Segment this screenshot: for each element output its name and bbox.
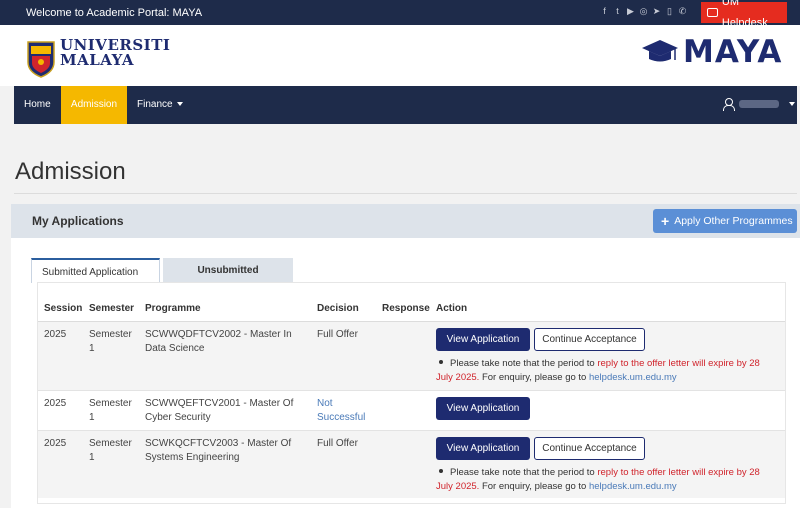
telegram-icon[interactable]: ➤	[652, 6, 661, 17]
note-text: For enquiry, please go to	[479, 481, 589, 492]
maya-logo[interactable]: MAYA	[683, 35, 782, 69]
column-header-action: Action	[436, 303, 468, 314]
apply-other-programmes-button[interactable]: + Apply Other Programmes	[653, 209, 797, 233]
chevron-down-icon	[789, 102, 795, 106]
university-name: UNIVERSITI MALAYA	[60, 38, 170, 68]
column-header-decision: Decision	[317, 303, 359, 314]
programme-cell: SCWKQCFTCV2003 - Master Of Systems Engin…	[145, 438, 292, 463]
programme-cell: SCWWQEFTCV2001 - Master Of Cyber Securit…	[145, 398, 294, 423]
instagram-icon[interactable]: ◎	[639, 6, 648, 17]
header: UNIVERSITI MALAYA MAYA	[0, 25, 800, 86]
column-header-semester: Semester	[89, 303, 135, 314]
helpdesk-link[interactable]: helpdesk.um.edu.my	[589, 372, 677, 383]
nav-admission[interactable]: Admission	[61, 86, 127, 124]
offer-expiry-note: Please take note that the period to repl…	[436, 466, 772, 494]
youtube-icon[interactable]: ▶	[626, 6, 635, 17]
chat-icon	[707, 8, 718, 17]
view-application-button[interactable]: View Application	[436, 437, 530, 460]
top-bar: Welcome to Academic Portal: MAYA f t ▶ ◎…	[0, 0, 800, 29]
table-row: 2025 Semester 1 SCWKQCFTCV2003 - Master …	[38, 430, 785, 498]
helpdesk-link[interactable]: helpdesk.um.edu.my	[589, 481, 677, 492]
column-header-response: Response	[382, 303, 430, 314]
bullet-icon	[439, 360, 443, 364]
semester-cell: Semester 1	[89, 329, 132, 354]
programme-cell: SCWWQDFTCV2002 - Master In Data Science	[145, 329, 292, 354]
applications-panel-body: Submitted Application Unsubmitted Applic…	[11, 238, 800, 508]
continue-acceptance-button[interactable]: Continue Acceptance	[534, 437, 645, 460]
chevron-down-icon	[176, 102, 183, 107]
twitter-icon[interactable]: t	[613, 6, 622, 17]
offer-expiry-note: Please take note that the period to repl…	[436, 357, 772, 385]
applications-panel-header: My Applications + Apply Other Programmes	[11, 204, 800, 238]
divider	[14, 193, 797, 194]
page-title: Admission	[15, 158, 126, 185]
continue-acceptance-button[interactable]: Continue Acceptance	[534, 328, 645, 351]
welcome-text: Welcome to Academic Portal: MAYA	[26, 7, 203, 19]
table-row: 2025 Semester 1 SCWWQDFTCV2002 - Master …	[38, 322, 785, 390]
facebook-icon[interactable]: f	[600, 6, 609, 17]
social-links: f t ▶ ◎ ➤ ▯ ✆	[600, 6, 687, 17]
table-row: 2025 Semester 1 SCWWQEFTCV2001 - Master …	[38, 390, 785, 430]
semester-cell: Semester 1	[89, 398, 132, 423]
nav-home[interactable]: Home	[14, 86, 60, 124]
username-redacted	[739, 100, 779, 108]
session-cell: 2025	[44, 398, 67, 409]
tab-submitted-application[interactable]: Submitted Application	[31, 258, 160, 283]
bullet-icon	[439, 469, 443, 473]
panel-title: My Applications	[32, 214, 124, 228]
note-text: Please take note that the period to	[450, 358, 598, 369]
view-application-button[interactable]: View Application	[436, 328, 530, 351]
decision-cell: Not Successful	[317, 398, 366, 423]
tab-unsubmitted-application[interactable]: Unsubmitted Application	[163, 258, 293, 301]
university-name-line2: MALAYA	[60, 51, 135, 69]
column-header-session: Session	[44, 303, 83, 314]
note-text: Please take note that the period to	[450, 467, 598, 478]
plus-icon: +	[661, 213, 670, 229]
applications-table: Session Semester Programme Decision Resp…	[37, 282, 786, 504]
note-text: For enquiry, please go to	[479, 372, 589, 383]
helpdesk-button[interactable]: UM Helpdesk	[701, 0, 787, 29]
tablet-icon[interactable]: ▯	[665, 6, 674, 17]
column-header-programme: Programme	[145, 303, 201, 314]
decision-cell: Full Offer	[317, 329, 358, 340]
nav-finance-label: Finance	[137, 99, 173, 110]
nav-finance[interactable]: Finance	[137, 86, 183, 124]
view-application-button[interactable]: View Application	[436, 397, 530, 420]
phone-icon[interactable]: ✆	[678, 6, 687, 17]
decision-cell: Full Offer	[317, 438, 358, 449]
main-nav: Home Admission Finance	[14, 86, 797, 124]
semester-cell: Semester 1	[89, 438, 132, 463]
user-icon	[723, 98, 735, 111]
session-cell: 2025	[44, 329, 67, 340]
apply-button-label: Apply Other Programmes	[674, 215, 793, 227]
session-cell: 2025	[44, 438, 67, 449]
user-menu[interactable]	[723, 98, 795, 111]
university-crest-logo[interactable]	[26, 40, 56, 78]
